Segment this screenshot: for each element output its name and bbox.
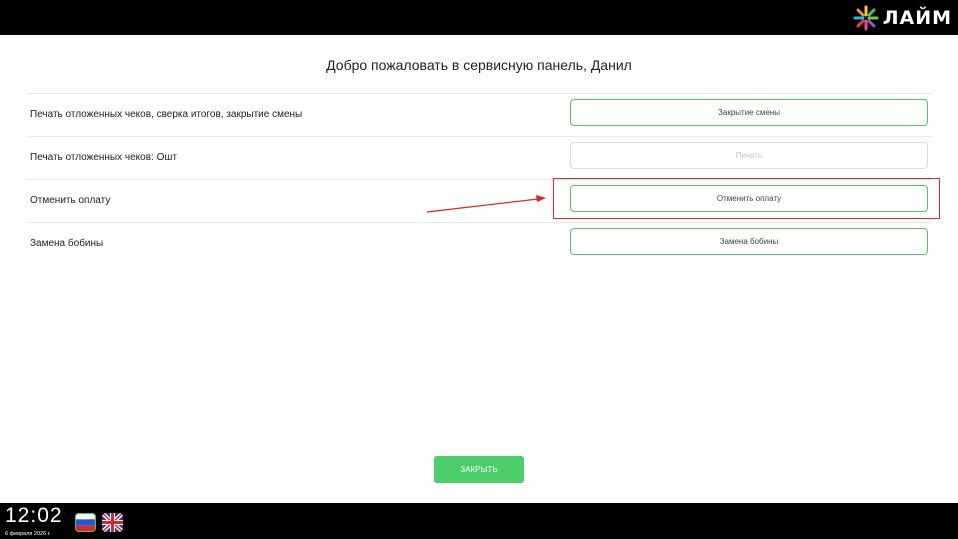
close-button[interactable]: ЗАКРЫТЬ: [434, 456, 524, 483]
row-label: Печать отложенных чеков: Ошт: [30, 152, 177, 163]
bottom-bar: 12:02 6 февраля 2026 г.: [0, 503, 958, 539]
logo-text: ЛАЙМ: [882, 6, 952, 29]
top-bar: ЛАЙМ: [0, 0, 958, 35]
row-label: Замена бобины: [30, 238, 104, 249]
print-button[interactable]: Печать: [570, 142, 928, 169]
annotation-arrow-icon: [426, 195, 546, 213]
clock: 12:02: [5, 504, 63, 527]
logo: ЛАЙМ: [853, 4, 952, 31]
annotation-highlight-box: [553, 178, 940, 219]
page-title: Добро пожаловать в сервисную панель, Дан…: [326, 57, 632, 73]
ru-flag-icon[interactable]: [75, 513, 96, 532]
service-row-print: Печать отложенных чеков: Ошт Печать: [27, 136, 932, 180]
service-row-replace-roll: Замена бобины Замена бобины: [27, 222, 932, 266]
close-shift-button[interactable]: Закрытие смены: [570, 99, 928, 126]
date: 6 февраля 2026 г.: [5, 531, 51, 537]
replace-roll-button[interactable]: Замена бобины: [570, 228, 928, 255]
row-label: Печать отложенных чеков, сверка итогов, …: [30, 109, 303, 120]
service-row-close-shift: Печать отложенных чеков, сверка итогов, …: [27, 93, 932, 137]
lime-star-icon: [853, 5, 879, 31]
row-label: Отменить оплату: [30, 195, 111, 206]
uk-flag-icon[interactable]: [102, 513, 123, 532]
